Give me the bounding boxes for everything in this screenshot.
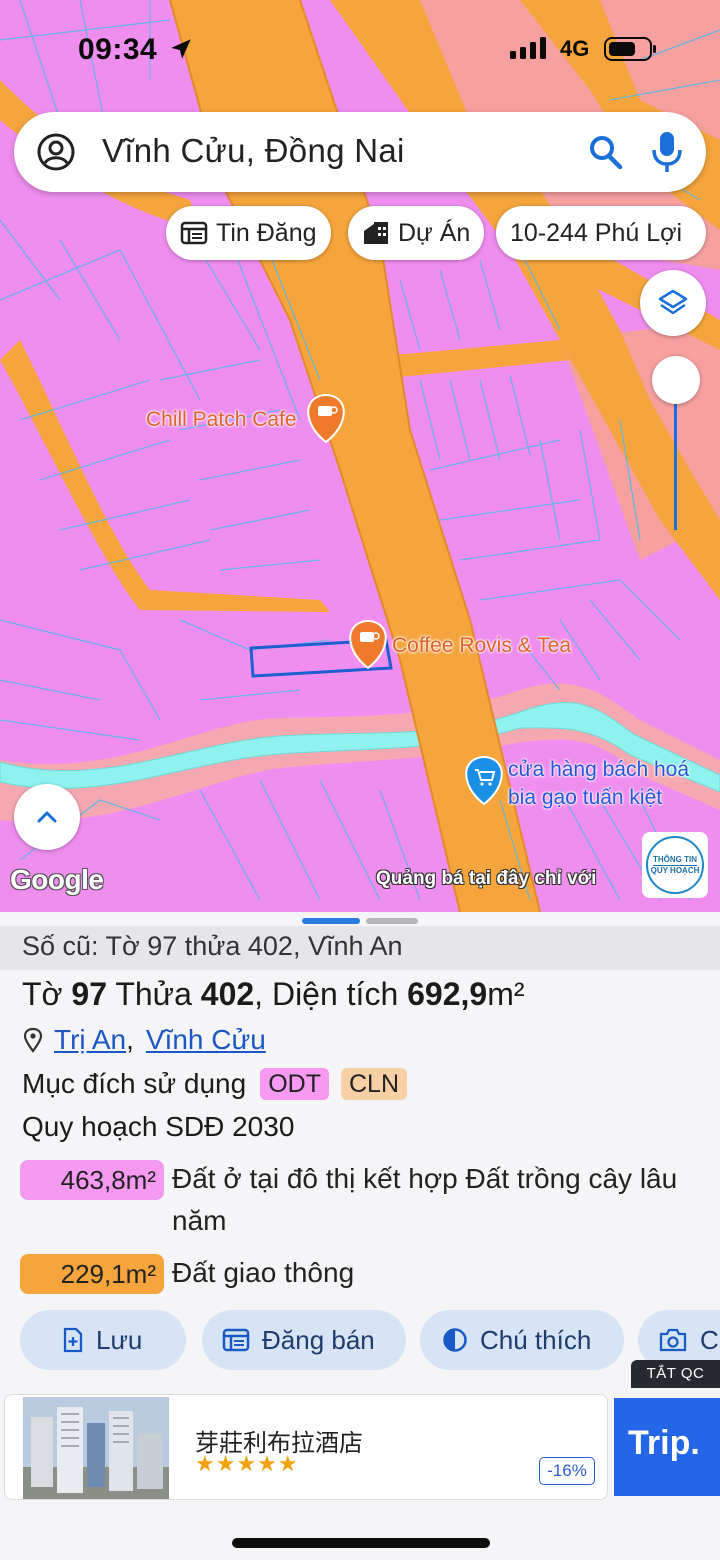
save-icon (63, 1327, 83, 1353)
chip-listings-label: Tin Đăng (216, 218, 317, 247)
ad-info-icon[interactable]: ⓘ ⋮ (670, 1396, 720, 1420)
parcel-title: Tờ 97 Thửa 402, Diện tích 692,9m² (22, 976, 525, 1012)
chip-projects[interactable]: Dự Án (348, 206, 485, 260)
map-view[interactable]: 09:34 4G Vĩnh Cửu, Đồng Nai Tin Đăng Dự … (0, 0, 720, 912)
sheet-handle-active[interactable] (302, 918, 360, 924)
old-parcel-reference: Số cũ: Tờ 97 thửa 402, Vĩnh An (0, 926, 720, 970)
poi-label[interactable]: Chill Patch Cafe (146, 408, 297, 432)
opacity-slider-track[interactable] (674, 402, 677, 530)
ad-rating: ★★★★★ (195, 1451, 299, 1476)
plan-heading: Quy hoạch SDĐ 2030 (22, 1111, 295, 1142)
land-use-purpose: Mục đích sử dụng ODT CLN (22, 1068, 407, 1100)
chip-price-range-label: 10-244 Phú Lợi (510, 218, 683, 247)
area-description: Đất giao thông (172, 1257, 355, 1288)
search-bar[interactable]: Vĩnh Cửu, Đồng Nai (14, 112, 706, 192)
listing-icon (180, 221, 208, 245)
planning-info-badge[interactable]: THÔNG TIN QUY HOẠCH (642, 832, 708, 898)
poi-label[interactable]: cửa hàng bách hoá bia gạo tuấn kiệt (508, 756, 689, 812)
chevron-up-icon (37, 811, 57, 823)
signal-icon (510, 37, 546, 59)
account-icon[interactable] (36, 132, 76, 172)
district-link[interactable]: Vĩnh Cửu (146, 1024, 266, 1056)
save-button[interactable]: Lưu (20, 1310, 186, 1370)
tag-cln: CLN (340, 1068, 407, 1100)
post-listing-icon (222, 1328, 250, 1352)
battery-icon (604, 37, 656, 61)
poi-label[interactable]: Coffee Rovis & Tea (392, 634, 571, 658)
post-listing-button[interactable]: Đăng bán (202, 1310, 406, 1370)
parcel-area: 692,9 (407, 976, 488, 1012)
badge-line2: QUY HOẠCH (650, 865, 700, 875)
microphone-icon[interactable] (650, 130, 684, 174)
opacity-slider-knob[interactable] (652, 356, 700, 404)
legend-icon (443, 1328, 467, 1352)
map-ad-text[interactable]: Quảng bá tại đây chỉ với (376, 868, 596, 890)
cafe-pin-coffee-rovis[interactable] (349, 620, 387, 670)
ad-banner[interactable]: 芽莊利布拉酒店 ★★★★★ -16% (4, 1394, 608, 1500)
google-logo: Google (10, 864, 104, 895)
expand-up-button[interactable] (14, 784, 80, 850)
location-row: Trị An , Vĩnh Cửu (22, 1024, 266, 1056)
action-bar: Lưu Đăng bán Chú thích C (0, 1308, 720, 1372)
parcel-info-sheet[interactable]: Số cũ: Tờ 97 thửa 402, Vĩnh An Tờ 97 Thử… (0, 912, 720, 1560)
status-time: 09:34 (78, 33, 158, 66)
search-input[interactable]: Vĩnh Cửu, Đồng Nai (102, 132, 405, 170)
layers-icon (658, 289, 688, 315)
area-description: Đất ở tại đô thị kết hợp Đất trồng cây l… (172, 1163, 678, 1236)
camera-icon (659, 1328, 687, 1352)
status-bar: 09:34 4G (0, 0, 720, 100)
poi-label-line1: cửa hàng bách hoá (508, 758, 690, 781)
sheet-handle[interactable] (366, 918, 418, 924)
ad-discount-badge: -16% (539, 1457, 595, 1485)
legend-button[interactable]: Chú thích (420, 1310, 624, 1370)
home-indicator[interactable] (232, 1538, 490, 1548)
commune-link[interactable]: Trị An (54, 1024, 126, 1056)
hide-ads-button[interactable]: TẮT QC (631, 1360, 720, 1388)
sheet-number: 97 (71, 976, 108, 1012)
parcel-number: 402 (200, 976, 255, 1012)
layers-button[interactable] (640, 270, 706, 336)
network-type: 4G (560, 36, 590, 61)
poi-label-line2: bia gạo tuấn kiệt (508, 786, 663, 809)
search-icon[interactable] (588, 132, 624, 172)
badge-line1: THÔNG TIN (653, 854, 697, 866)
tag-odt: ODT (260, 1068, 329, 1100)
chip-listings[interactable]: Tin Đăng (166, 206, 331, 260)
area-value: 463,8m² (20, 1160, 164, 1200)
building-icon (364, 222, 388, 244)
chip-projects-label: Dự Án (398, 218, 471, 247)
area-value: 229,1m² (20, 1254, 164, 1294)
location-arrow-icon (171, 39, 191, 59)
hotel-image (23, 1397, 169, 1499)
location-pin-icon (23, 1027, 43, 1053)
chip-price-range[interactable]: 10-244 Phú Lợi (496, 206, 706, 260)
